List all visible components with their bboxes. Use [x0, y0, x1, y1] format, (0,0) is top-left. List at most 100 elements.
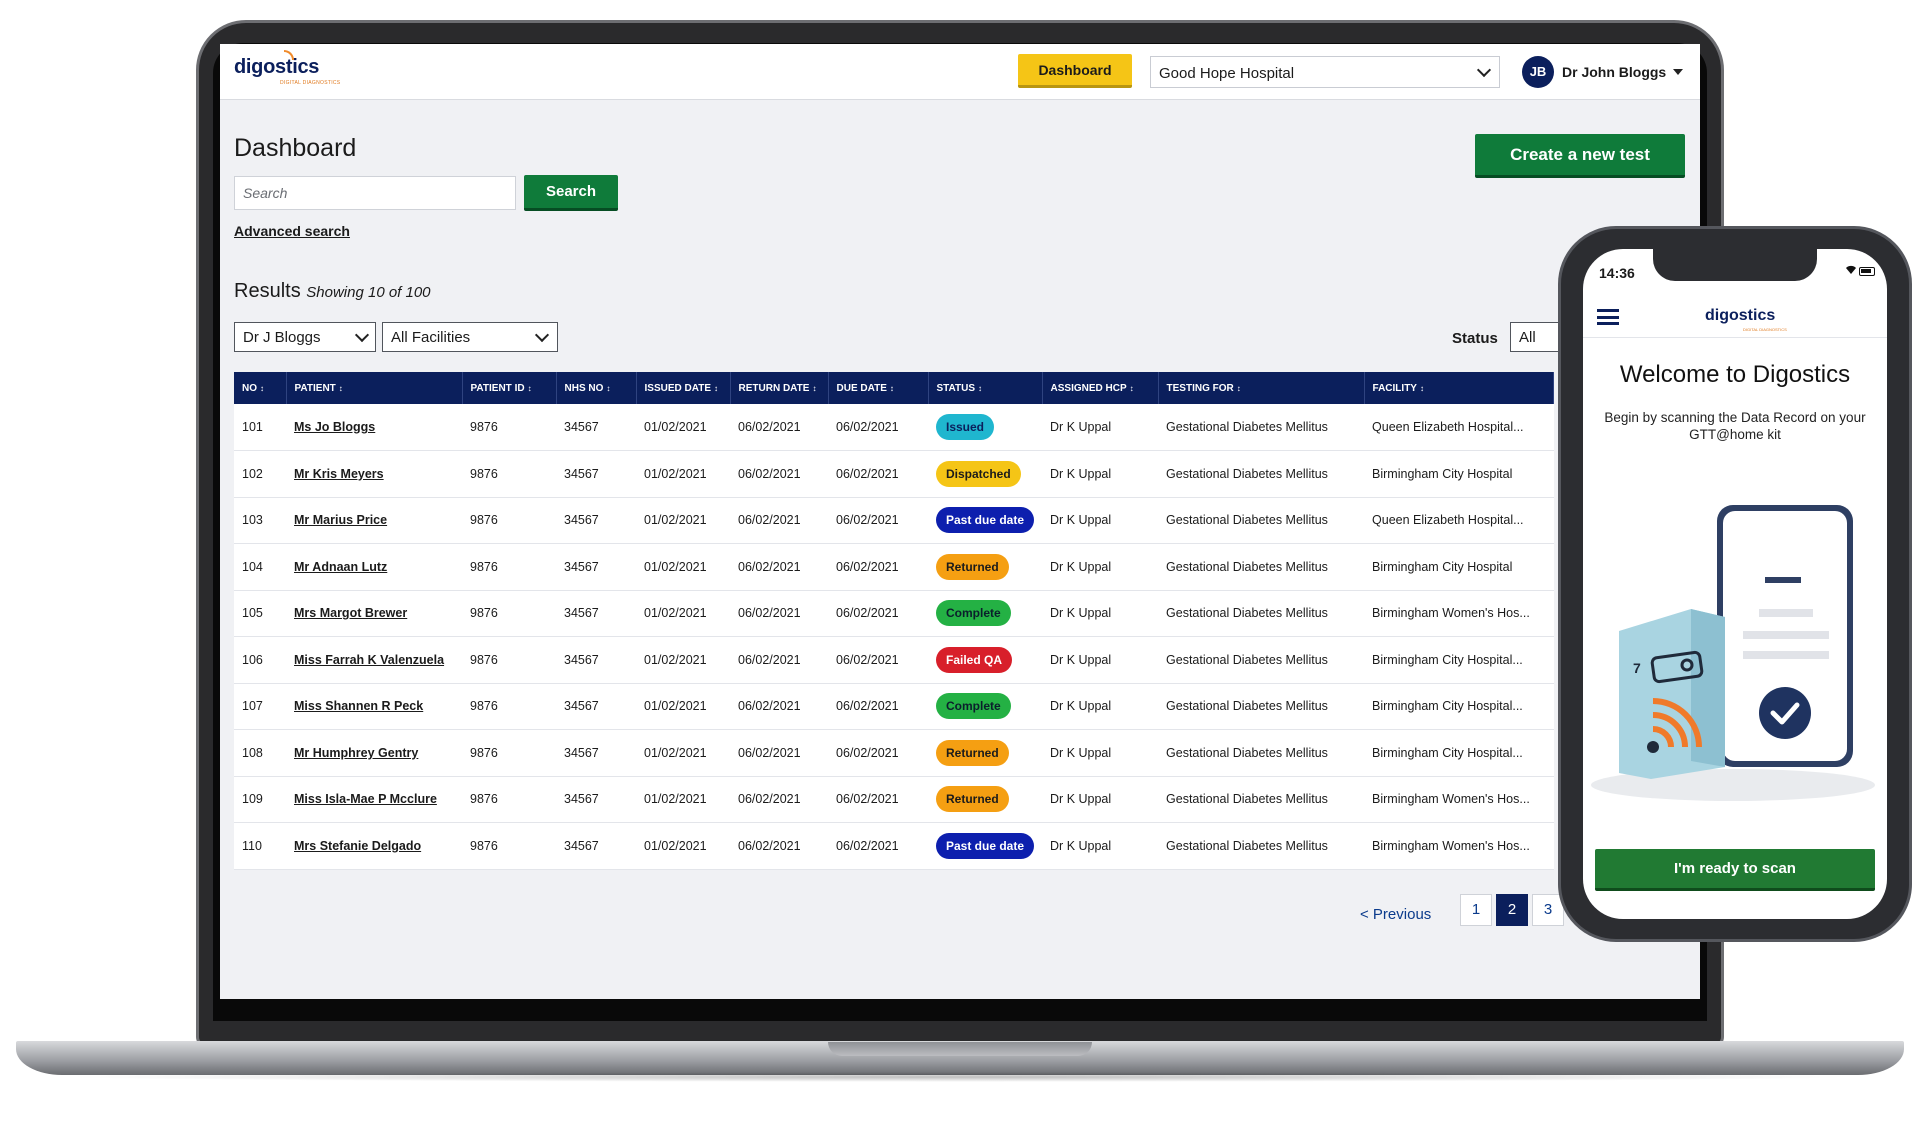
status-badge-cell: Complete — [928, 683, 1043, 730]
row-number-cell: 104 — [234, 543, 286, 591]
hospital-select-value: Good Hope Hospital — [1159, 65, 1295, 82]
table-row[interactable]: 108 Mr Humphrey Gentry 9876 34567 01/02/2021… — [234, 729, 1554, 777]
patient-name-link-cell[interactable]: Mr Adnaan Lutz — [286, 543, 462, 591]
search-button[interactable]: Search — [524, 175, 618, 211]
issued-date-cell: 01/02/2021 — [636, 822, 730, 870]
create-test-button[interactable]: Create a new test — [1475, 134, 1685, 178]
status-badge-cell: Issued — [928, 404, 1043, 451]
patient-name-link-cell[interactable]: Mr Marius Price — [286, 497, 462, 544]
nhs-number-cell: 34567 — [556, 729, 636, 777]
ready-to-scan-button[interactable]: I'm ready to scan — [1595, 849, 1875, 891]
phone-frame: 14:36 digostics DIGITAL DIAGNOSTICS Welc… — [1558, 226, 1912, 942]
menu-icon[interactable] — [1597, 309, 1619, 325]
testing-for-cell: Gestational Diabetes Mellitus — [1158, 404, 1365, 451]
row-number-cell: 107 — [234, 683, 286, 730]
advanced-search-link[interactable]: Advanced search — [234, 223, 350, 239]
column-header[interactable]: NHS NO ↕ — [556, 372, 637, 404]
hospital-select[interactable]: Good Hope Hospital — [1150, 56, 1500, 88]
patient-name-link-cell[interactable]: Miss Farrah K Valenzuela — [286, 636, 462, 684]
patient-name-link-cell[interactable]: Miss Shannen R Peck — [286, 683, 462, 730]
facility-filter-select[interactable]: All Facilities — [382, 322, 558, 352]
table-row[interactable]: 107 Miss Shannen R Peck 9876 34567 01/02/202… — [234, 683, 1554, 730]
status-badge-cell: Returned — [928, 543, 1043, 591]
sort-icon: ↕ — [1129, 383, 1134, 393]
status-time: 14:36 — [1599, 265, 1635, 281]
hcp-filter-select[interactable]: Dr J Bloggs — [234, 322, 376, 352]
patient-name-link-cell[interactable]: Mrs Stefanie Delgado — [286, 822, 462, 870]
patient-id-cell: 9876 — [462, 450, 556, 498]
nhs-number-cell: 34567 — [556, 776, 636, 823]
issued-date-cell: 01/02/2021 — [636, 497, 730, 544]
assigned-hcp-cell: Dr K Uppal — [1042, 683, 1159, 730]
dashboard-button[interactable]: Dashboard — [1018, 54, 1132, 88]
sort-icon: ↕ — [714, 383, 718, 393]
column-header[interactable]: TESTING FOR ↕ — [1158, 372, 1365, 404]
table-row[interactable]: 103 Mr Marius Price 9876 34567 01/02/2021 06/… — [234, 497, 1554, 544]
table-row[interactable]: 101 Ms Jo Bloggs 9876 34567 01/02/2021 06/02/… — [234, 404, 1554, 451]
laptop-screen: digostics DIGITAL DIAGNOSTICS Dashboard … — [220, 44, 1700, 999]
status-badge-cell: Past due date — [928, 822, 1043, 870]
patient-name-link-cell[interactable]: Mr Kris Meyers — [286, 450, 462, 498]
avatar[interactable]: JB — [1522, 56, 1554, 88]
column-header[interactable]: STATUS ↕ — [928, 372, 1043, 404]
search-input[interactable] — [234, 176, 516, 210]
user-name[interactable]: Dr John Bloggs — [1562, 64, 1666, 80]
patient-id-cell: 9876 — [462, 590, 556, 637]
due-date-cell: 06/02/2021 — [828, 683, 928, 730]
column-header[interactable]: NO ↕ — [234, 372, 287, 404]
wifi-icon — [1845, 265, 1857, 278]
assigned-hcp-cell: Dr K Uppal — [1042, 543, 1159, 591]
logo[interactable]: digostics — [234, 56, 319, 79]
testing-for-cell: Gestational Diabetes Mellitus — [1158, 729, 1365, 777]
status-badge: Complete — [936, 600, 1011, 627]
assigned-hcp-cell: Dr K Uppal — [1042, 776, 1159, 823]
due-date-cell: 06/02/2021 — [828, 729, 928, 777]
page-button-1[interactable]: 1 — [1460, 894, 1492, 926]
due-date-cell: 06/02/2021 — [828, 776, 928, 823]
patient-name-link-cell[interactable]: Mr Humphrey Gentry — [286, 729, 462, 777]
return-date-cell: 06/02/2021 — [730, 636, 828, 684]
return-date-cell: 06/02/2021 — [730, 729, 828, 777]
due-date-cell: 06/02/2021 — [828, 404, 928, 451]
assigned-hcp-cell: Dr K Uppal — [1042, 450, 1159, 498]
status-filter-label: Status — [1452, 330, 1498, 347]
issued-date-cell: 01/02/2021 — [636, 636, 730, 684]
table-row[interactable]: 105 Mrs Margot Brewer 9876 34567 01/02/2021 0… — [234, 590, 1554, 637]
return-date-cell: 06/02/2021 — [730, 776, 828, 823]
patient-name-link-cell[interactable]: Miss Isla-Mae P Mcclure — [286, 776, 462, 823]
column-header[interactable]: ASSIGNED HCP ↕ — [1042, 372, 1159, 404]
sort-icon: ↕ — [889, 383, 894, 393]
facility-cell: Birmingham City Hospital... — [1364, 683, 1554, 730]
status-badge: Complete — [936, 693, 1011, 720]
caret-down-icon[interactable] — [1673, 69, 1683, 75]
facility-cell: Birmingham City Hospital... — [1364, 729, 1554, 777]
patient-id-cell: 9876 — [462, 497, 556, 544]
page-button-2[interactable]: 2 — [1496, 894, 1528, 926]
row-number-cell: 103 — [234, 497, 286, 544]
table-row[interactable]: 106 Miss Farrah K Valenzuela 9876 34567 01/0… — [234, 636, 1554, 684]
previous-page-link[interactable]: < Previous — [1360, 906, 1431, 923]
column-header[interactable]: ISSUED DATE ↕ — [636, 372, 731, 404]
table-row[interactable]: 109 Miss Isla-Mae P Mcclure 9876 34567 01/02… — [234, 776, 1554, 823]
column-header[interactable]: DUE DATE ↕ — [828, 372, 929, 404]
return-date-cell: 06/02/2021 — [730, 683, 828, 730]
testing-for-cell: Gestational Diabetes Mellitus — [1158, 776, 1365, 823]
column-header[interactable]: PATIENT ID ↕ — [462, 372, 557, 404]
table-row[interactable]: 102 Mr Kris Meyers 9876 34567 01/02/2021 06/0… — [234, 450, 1554, 498]
due-date-cell: 06/02/2021 — [828, 543, 928, 591]
table-row[interactable]: 110 Mrs Stefanie Delgado 9876 34567 01/02/20… — [234, 822, 1554, 870]
issued-date-cell: 01/02/2021 — [636, 404, 730, 451]
column-header[interactable]: RETURN DATE ↕ — [730, 372, 829, 404]
patient-name-link-cell[interactable]: Mrs Margot Brewer — [286, 590, 462, 637]
column-header[interactable]: PATIENT ↕ — [286, 372, 463, 404]
table-row[interactable]: 104 Mr Adnaan Lutz 9876 34567 01/02/2021 06/0… — [234, 543, 1554, 591]
nhs-number-cell: 34567 — [556, 822, 636, 870]
assigned-hcp-cell: Dr K Uppal — [1042, 822, 1159, 870]
due-date-cell: 06/02/2021 — [828, 590, 928, 637]
column-header[interactable]: FACILITY ↕ — [1364, 372, 1555, 404]
chevron-down-icon — [534, 327, 550, 343]
row-number-cell: 105 — [234, 590, 286, 637]
battery-icon — [1859, 267, 1875, 276]
patient-name-link-cell[interactable]: Ms Jo Bloggs — [286, 404, 462, 451]
table-header-row: NO ↕ PATIENT ↕ PATIENT ID ↕ NHS NO ↕ ISSUED … — [234, 372, 1555, 404]
